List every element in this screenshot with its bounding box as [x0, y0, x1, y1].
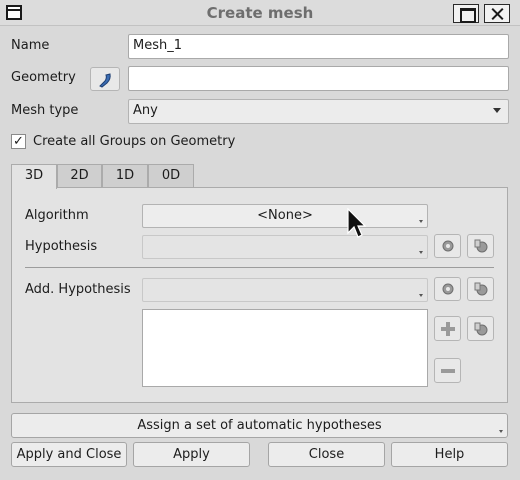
mesh-type-value: Any: [133, 103, 158, 118]
chevron-down-icon: [493, 108, 501, 113]
help-button[interactable]: Help: [391, 442, 508, 467]
algorithm-label: Algorithm: [25, 208, 89, 223]
tab-0d[interactable]: 0D: [148, 164, 194, 188]
apply-button[interactable]: Apply: [133, 442, 250, 467]
gear-edit-icon: [442, 240, 454, 252]
geometry-input[interactable]: [128, 66, 509, 91]
apply-and-close-button[interactable]: Apply and Close: [11, 442, 127, 467]
arrow-select-icon: [99, 73, 111, 88]
geometry-select-button[interactable]: [90, 67, 120, 91]
add-hypothesis-edit-button[interactable]: [434, 277, 461, 301]
create-groups-label: Create all Groups on Geometry: [33, 134, 236, 149]
gear-new-icon: [474, 322, 488, 336]
close-button[interactable]: Close: [268, 442, 385, 467]
add-hypothesis-select[interactable]: [142, 278, 428, 302]
algorithm-select[interactable]: <None>: [142, 204, 428, 228]
edit-added-hypothesis-button[interactable]: [467, 316, 494, 341]
gear-edit-icon: [442, 283, 454, 295]
additional-hypotheses-list[interactable]: [142, 309, 428, 387]
assign-automatic-hypotheses-label: Assign a set of automatic hypotheses: [137, 418, 382, 433]
maximize-button[interactable]: [453, 4, 479, 23]
chevron-down-icon: [419, 251, 423, 254]
hypothesis-select[interactable]: [142, 235, 428, 259]
minus-icon: [441, 369, 455, 373]
add-hypothesis-label: Add. Hypothesis: [25, 282, 131, 297]
tab-2d[interactable]: 2D: [57, 164, 102, 188]
name-label: Name: [11, 38, 50, 53]
gear-new-icon: [474, 282, 488, 296]
add-hypothesis-button[interactable]: [434, 316, 461, 341]
assign-automatic-hypotheses-button[interactable]: Assign a set of automatic hypotheses: [11, 413, 508, 438]
window-title: Create mesh: [206, 4, 314, 22]
hypothesis-edit-button[interactable]: [434, 234, 461, 258]
chevron-down-icon: [499, 430, 503, 433]
remove-hypothesis-button[interactable]: [434, 358, 461, 383]
title-bar: Create mesh: [0, 0, 520, 26]
window-close-button[interactable]: [484, 4, 510, 23]
separator: [25, 267, 494, 268]
add-hypothesis-new-button[interactable]: [467, 277, 494, 301]
name-input[interactable]: Mesh_1: [128, 34, 509, 59]
geometry-label: Geometry: [11, 70, 76, 85]
hypothesis-new-button[interactable]: [467, 234, 494, 258]
chevron-down-icon: [419, 220, 423, 223]
hypothesis-label: Hypothesis: [25, 239, 98, 254]
mouse-cursor-icon: [347, 208, 366, 238]
create-groups-checkbox[interactable]: ✓: [11, 134, 26, 149]
algorithm-value: <None>: [257, 208, 313, 223]
mesh-type-label: Mesh type: [11, 103, 79, 118]
tab-3d[interactable]: 3D: [11, 164, 57, 189]
plus-icon: [441, 322, 455, 336]
chevron-down-icon: [419, 294, 423, 297]
gear-new-icon: [474, 239, 488, 253]
tab-1d[interactable]: 1D: [102, 164, 148, 188]
mesh-type-select[interactable]: Any: [128, 99, 509, 124]
